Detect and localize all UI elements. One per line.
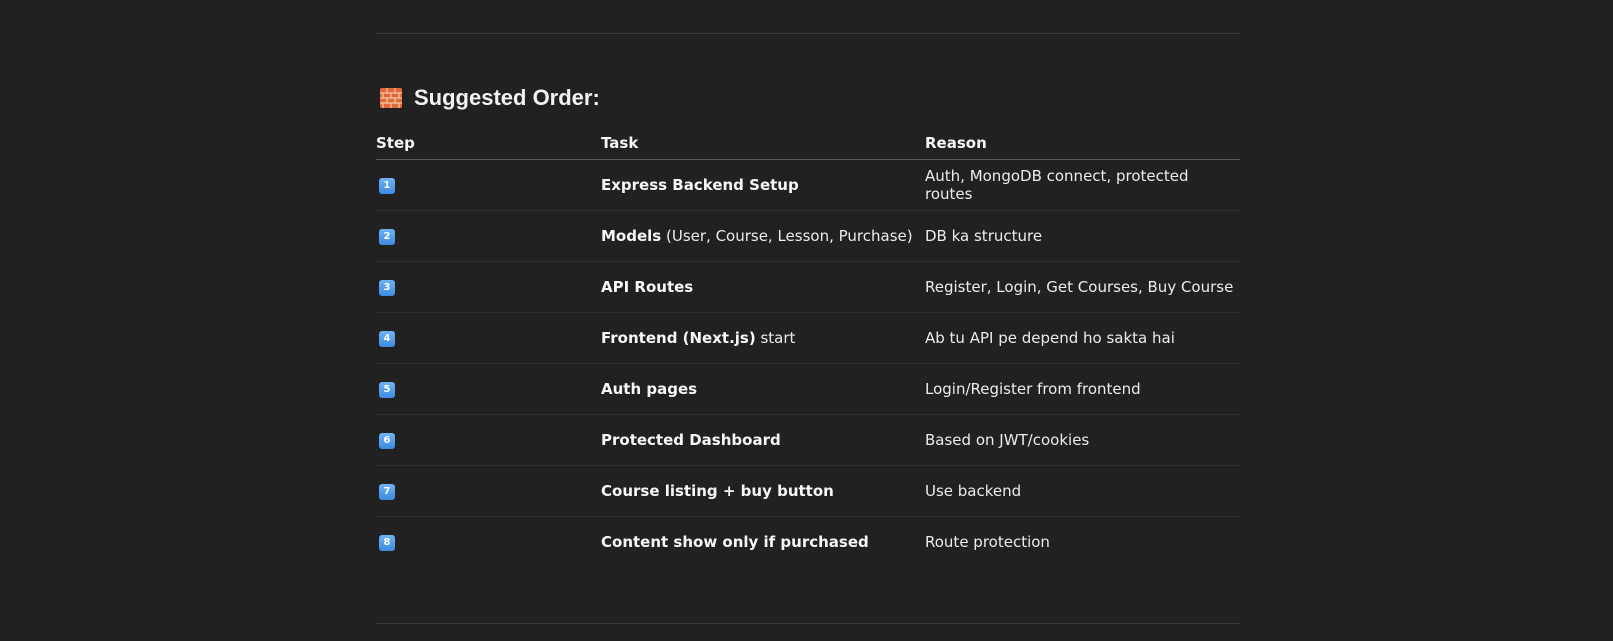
- step-cell: 6: [376, 414, 601, 466]
- table-row: 7 Course listing + buy button Use backen…: [376, 465, 1240, 517]
- task-detail: start: [755, 329, 796, 347]
- keycap-7-icon: 7: [379, 483, 395, 500]
- section-heading: Suggested Order:: [380, 82, 600, 114]
- task-cell: Content show only if purchased: [601, 517, 925, 568]
- step-cell: 7: [376, 465, 601, 517]
- section-heading-text: Suggested Order:: [414, 85, 600, 110]
- table-row: 8 Content show only if purchased Route p…: [376, 517, 1240, 568]
- reason-cell: Auth, MongoDB connect, protected routes: [925, 159, 1240, 211]
- keycap-3-icon: 3: [379, 279, 395, 296]
- keycap-6-icon: 6: [379, 432, 395, 449]
- task-cell: Course listing + buy button: [601, 465, 925, 517]
- task-title: Course listing + buy button: [601, 482, 834, 500]
- keycap-8-icon: 8: [379, 534, 395, 551]
- chat-message-content: Suggested Order: Step Task Reason 1 Expr…: [376, 0, 1240, 641]
- top-divider: [376, 33, 1240, 34]
- table-row: 5 Auth pages Login/Register from fronten…: [376, 363, 1240, 415]
- header-task: Task: [601, 127, 925, 160]
- step-cell: 2: [376, 210, 601, 262]
- header-reason: Reason: [925, 127, 1240, 160]
- bottom-divider: [376, 623, 1240, 624]
- reason-cell: Route protection: [925, 533, 1050, 551]
- task-cell: Models (User, Course, Lesson, Purchase): [601, 210, 925, 262]
- step-cell: 3: [376, 261, 601, 313]
- reason-cell: Register, Login, Get Courses, Buy Course: [925, 261, 1240, 313]
- task-cell: Auth pages: [601, 363, 925, 415]
- brick-icon: [380, 88, 402, 108]
- table-row: 3 API Routes Register, Login, Get Course…: [376, 261, 1240, 313]
- step-cell: 5: [376, 363, 601, 415]
- table-row: 1 Express Backend Setup Auth, MongoDB co…: [376, 159, 1240, 211]
- reason-cell: Ab tu API pe depend ho sakta hai: [925, 312, 1240, 364]
- task-title: Models: [601, 227, 662, 245]
- reason-cell: Use backend: [925, 465, 1240, 517]
- table-row: 2 Models (User, Course, Lesson, Purchase…: [376, 210, 1240, 262]
- task-title: Auth pages: [601, 380, 698, 398]
- task-cell: Protected Dashboard: [601, 414, 925, 466]
- task-title: Express Backend Setup: [601, 176, 799, 194]
- step-cell: 8: [376, 517, 601, 568]
- task-title: Frontend (Next.js): [601, 329, 756, 347]
- header-step: Step: [376, 127, 601, 160]
- reason-cell: Login/Register from frontend: [925, 363, 1240, 415]
- reason-cell: DB ka structure: [925, 210, 1240, 262]
- task-cell: Express Backend Setup: [601, 159, 925, 211]
- table-row: 4 Frontend (Next.js) start Ab tu API pe …: [376, 312, 1240, 364]
- keycap-4-icon: 4: [379, 330, 395, 347]
- task-cell: Frontend (Next.js) start: [601, 312, 925, 364]
- task-cell: API Routes: [601, 261, 925, 313]
- step-cell: 1: [376, 159, 601, 211]
- task-detail: (User, Course, Lesson, Purchase): [661, 227, 913, 245]
- task-title: Protected Dashboard: [601, 431, 781, 449]
- task-title: API Routes: [601, 278, 694, 296]
- keycap-1-icon: 1: [379, 177, 395, 194]
- suggested-order-table: Step Task Reason 1 Express Backend Setup…: [376, 127, 1240, 567]
- keycap-2-icon: 2: [379, 228, 395, 245]
- keycap-5-icon: 5: [379, 381, 395, 398]
- step-cell: 4: [376, 312, 601, 364]
- reason-cell: Based on JWT/cookies: [925, 414, 1240, 466]
- table-header-row: Step Task Reason: [376, 127, 1240, 160]
- table-row: 6 Protected Dashboard Based on JWT/cooki…: [376, 414, 1240, 466]
- task-title: Content show only if purchased: [601, 533, 869, 551]
